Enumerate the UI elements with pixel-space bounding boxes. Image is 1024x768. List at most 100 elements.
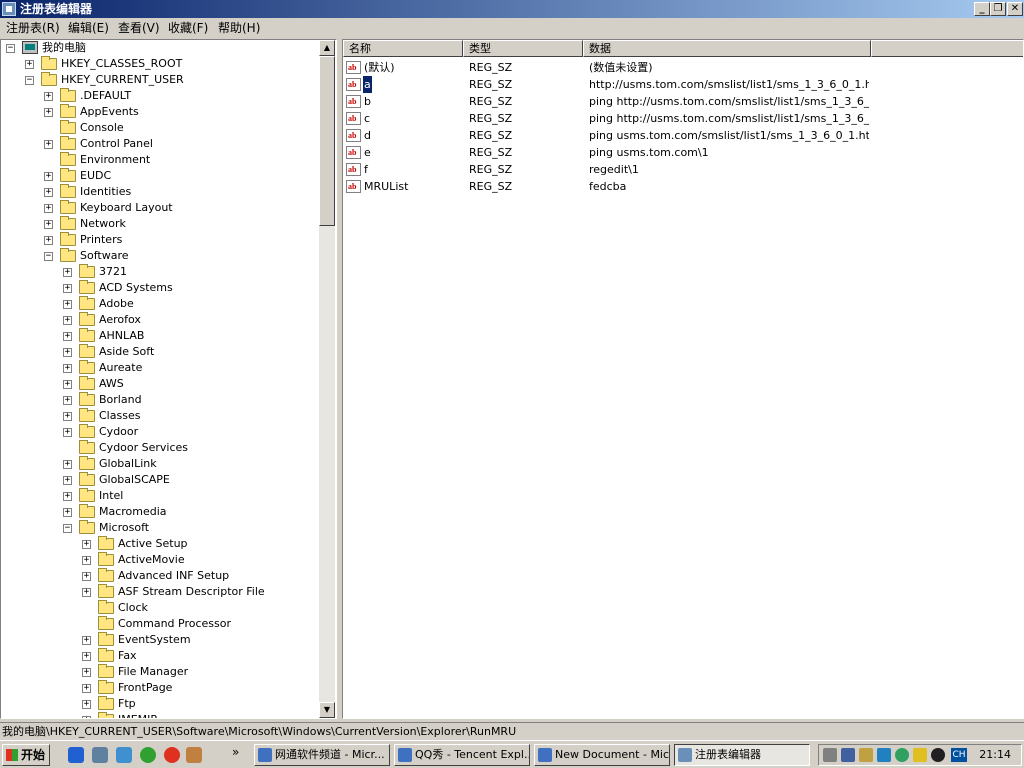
- expand-icon[interactable]: +: [82, 652, 91, 661]
- start-button[interactable]: 开始: [2, 744, 50, 766]
- expand-icon[interactable]: +: [63, 300, 72, 309]
- tree-node[interactable]: − Software: [1, 248, 319, 264]
- tree-node[interactable]: + EventSystem: [1, 632, 319, 648]
- collapse-icon[interactable]: −: [44, 252, 53, 261]
- expand-icon[interactable]: +: [44, 188, 53, 197]
- player-icon[interactable]: [140, 747, 156, 763]
- app-icon[interactable]: [186, 747, 202, 763]
- value-row[interactable]: ab f REG_SZ regedit\1: [343, 161, 1023, 178]
- browser-icon[interactable]: [164, 747, 180, 763]
- tree-node[interactable]: + Adobe: [1, 296, 319, 312]
- tree-node[interactable]: + AHNLAB: [1, 328, 319, 344]
- column-header-type[interactable]: 类型: [463, 40, 583, 57]
- tree-node[interactable]: Environment: [1, 152, 319, 168]
- expand-icon[interactable]: +: [82, 684, 91, 693]
- desktop-icon[interactable]: [92, 747, 108, 763]
- value-row[interactable]: ab (默认) REG_SZ (数值未设置): [343, 59, 1023, 76]
- expand-icon[interactable]: +: [63, 348, 72, 357]
- expand-icon[interactable]: +: [63, 508, 72, 517]
- menu-registry[interactable]: 注册表(R): [6, 21, 60, 35]
- expand-icon[interactable]: +: [63, 380, 72, 389]
- expand-icon[interactable]: +: [82, 716, 91, 718]
- expand-icon[interactable]: +: [82, 668, 91, 677]
- tree-node[interactable]: + Cydoor: [1, 424, 319, 440]
- tree-node[interactable]: Command Processor: [1, 616, 319, 632]
- expand-icon[interactable]: +: [63, 332, 72, 341]
- value-row[interactable]: ab a REG_SZ http://usms.tom.com/smslist/lis…: [343, 76, 1023, 93]
- tree-node[interactable]: + Active Setup: [1, 536, 319, 552]
- qq-icon[interactable]: [931, 748, 945, 762]
- tree-node[interactable]: Clock: [1, 600, 319, 616]
- expand-icon[interactable]: +: [44, 236, 53, 245]
- taskbar-button-qqshow[interactable]: QQ秀 - Tencent Expl...: [394, 744, 530, 766]
- expand-icon[interactable]: +: [63, 316, 72, 325]
- expand-icon[interactable]: +: [44, 92, 53, 101]
- expand-icon[interactable]: +: [82, 588, 91, 597]
- close-button[interactable]: ✕: [1007, 2, 1023, 16]
- column-header-name[interactable]: 名称: [343, 40, 463, 57]
- expand-icon[interactable]: +: [44, 108, 53, 117]
- registry-tree[interactable]: − 我的电脑 + HKEY_CLASSES_ROOT − HKEY_CURRENT_USE…: [0, 39, 337, 719]
- tree-node[interactable]: + ASF Stream Descriptor File: [1, 584, 319, 600]
- expand-icon[interactable]: +: [63, 428, 72, 437]
- tray-monitor-icon[interactable]: [877, 748, 891, 762]
- scroll-down-arrow-icon[interactable]: ▼: [319, 702, 335, 718]
- tree-node[interactable]: Cydoor Services: [1, 440, 319, 456]
- tree-node[interactable]: − Microsoft: [1, 520, 319, 536]
- clock[interactable]: 21:14: [979, 745, 1011, 765]
- tree-node[interactable]: + EUDC: [1, 168, 319, 184]
- tree-node[interactable]: + Fax: [1, 648, 319, 664]
- tree-node[interactable]: − HKEY_CURRENT_USER: [1, 72, 319, 88]
- tree-node[interactable]: + Printers: [1, 232, 319, 248]
- maximize-button[interactable]: ❐: [990, 2, 1006, 16]
- tree-node[interactable]: + Borland: [1, 392, 319, 408]
- expand-icon[interactable]: +: [63, 364, 72, 373]
- minimize-button[interactable]: _: [974, 2, 990, 16]
- expand-icon[interactable]: +: [44, 172, 53, 181]
- warning-icon[interactable]: [913, 748, 927, 762]
- expand-icon[interactable]: +: [63, 268, 72, 277]
- tree-node[interactable]: + Network: [1, 216, 319, 232]
- value-row[interactable]: ab MRUList REG_SZ fedcba: [343, 178, 1023, 195]
- expand-icon[interactable]: +: [82, 556, 91, 565]
- tree-node[interactable]: + Aureate: [1, 360, 319, 376]
- title-bar[interactable]: 注册表编辑器 _ ❐ ✕: [0, 0, 1024, 18]
- tree-node[interactable]: + Classes: [1, 408, 319, 424]
- expand-icon[interactable]: +: [63, 284, 72, 293]
- tree-node[interactable]: + HKEY_CLASSES_ROOT: [1, 56, 319, 72]
- value-row[interactable]: ab b REG_SZ ping http://usms.tom.com/smslis…: [343, 93, 1023, 110]
- network-icon[interactable]: [841, 748, 855, 762]
- expand-icon[interactable]: +: [63, 460, 72, 469]
- expand-icon[interactable]: +: [82, 572, 91, 581]
- tree-node[interactable]: + IMEMIP: [1, 712, 319, 718]
- tree-node[interactable]: + Identities: [1, 184, 319, 200]
- expand-icon[interactable]: +: [44, 220, 53, 229]
- expand-icon[interactable]: +: [63, 412, 72, 421]
- expand-icon[interactable]: +: [82, 700, 91, 709]
- outlook-icon[interactable]: [116, 747, 132, 763]
- tree-node[interactable]: + .DEFAULT: [1, 88, 319, 104]
- tree-node[interactable]: + ActiveMovie: [1, 552, 319, 568]
- expand-icon[interactable]: +: [82, 636, 91, 645]
- value-row[interactable]: ab d REG_SZ ping usms.tom.com/smslist/list1…: [343, 127, 1023, 144]
- globe-icon[interactable]: [895, 748, 909, 762]
- volume-icon[interactable]: [823, 748, 837, 762]
- value-row[interactable]: ab e REG_SZ ping usms.tom.com\1: [343, 144, 1023, 161]
- collapse-icon[interactable]: −: [6, 44, 15, 53]
- tree-node[interactable]: + Control Panel: [1, 136, 319, 152]
- tree-node[interactable]: + GlobalSCAPE: [1, 472, 319, 488]
- expand-icon[interactable]: +: [44, 204, 53, 213]
- expand-icon[interactable]: +: [63, 396, 72, 405]
- expand-icon[interactable]: +: [44, 140, 53, 149]
- tree-node[interactable]: + Ftp: [1, 696, 319, 712]
- column-header-data[interactable]: 数据: [583, 40, 871, 57]
- tree-node[interactable]: + AWS: [1, 376, 319, 392]
- tree-scrollbar[interactable]: ▲ ▼: [319, 40, 335, 718]
- collapse-icon[interactable]: −: [25, 76, 34, 85]
- tree-node[interactable]: + File Manager: [1, 664, 319, 680]
- tree-node[interactable]: − 我的电脑: [1, 40, 319, 56]
- menu-help[interactable]: 帮助(H): [218, 21, 260, 35]
- tray-app-icon[interactable]: [859, 748, 873, 762]
- expand-icon[interactable]: +: [63, 492, 72, 501]
- ie-icon[interactable]: [68, 747, 84, 763]
